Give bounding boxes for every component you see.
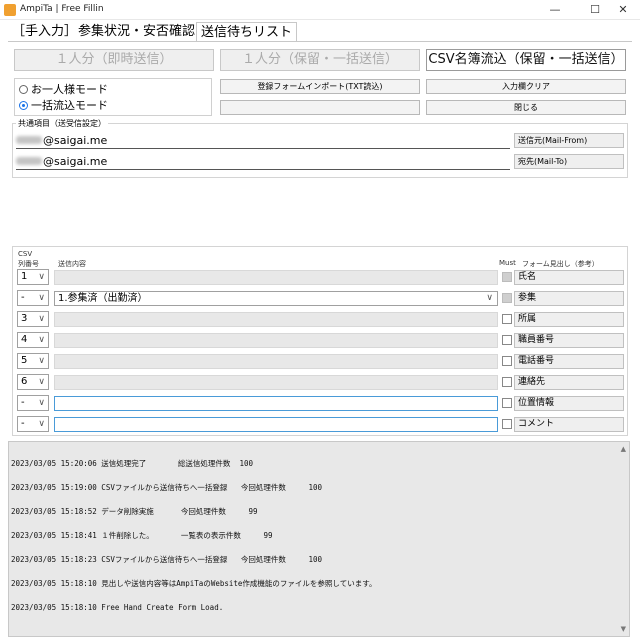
mail-to-field[interactable]: @saigai.me [16,154,510,170]
send-single-now-button[interactable]: １人分（即時送信） [14,49,214,71]
tab-divider [8,41,632,42]
content-field[interactable] [54,417,498,432]
column-number-select[interactable]: 6 ∨ [17,374,49,390]
mail-from-field[interactable]: @saigai.me [16,133,510,149]
title-bar: AmpiTa | Free Fillin — ☐ ✕ [0,0,640,20]
send-single-hold-button[interactable]: １人分（保留・一括送信） [220,49,420,71]
radio-single-label: お一人様モード [31,83,108,96]
tab-send-queue[interactable]: 送信待ちリスト [196,22,298,42]
content-field[interactable] [54,333,498,348]
content-field[interactable] [54,396,498,411]
log-line: 2023/03/05 15:19:00 CSVファイルから送信待ちへ一括登録 今… [11,483,323,492]
column-number-select[interactable]: - ∨ [17,290,49,306]
field-heading-button[interactable]: 参集 [514,291,624,306]
must-checkbox[interactable] [502,419,512,429]
field-heading-button[interactable]: 位置情報 [514,396,624,411]
tab-manual-input[interactable]: ［手入力］ [8,22,81,42]
log-lines: 2023/03/05 15:20:06 送信処理完了 総送信処理件数 100 2… [11,444,376,628]
mail-to-button[interactable]: 宛先(Mail-To) [514,154,624,169]
content-field[interactable] [54,270,498,285]
content-field[interactable] [54,312,498,327]
scroll-down-icon[interactable]: ▼ [621,625,626,633]
radio-batch-label: 一括流込モード [31,99,108,112]
field-heading-button[interactable]: 氏名 [514,270,624,285]
chevron-down-icon: ∨ [38,377,45,387]
window-title: AmpiTa | Free Fillin [20,4,104,14]
csv-import-button[interactable]: CSV名簿流込（保留・一括送信） [426,49,626,71]
must-checkbox[interactable] [502,335,512,345]
content-select[interactable]: 1.参集済（出勤済） ∨ [54,291,498,306]
must-checkbox[interactable] [502,356,512,366]
log-panel[interactable]: 2023/03/05 15:20:06 送信処理完了 総送信処理件数 100 2… [8,441,630,637]
must-checkbox[interactable] [502,398,512,408]
mail-to-value: @saigai.me [43,155,108,168]
column-number-select[interactable]: 5 ∨ [17,353,49,369]
blank-button[interactable] [220,100,420,115]
minimize-button[interactable]: — [538,0,572,20]
chevron-down-icon: ∨ [38,314,45,324]
field-heading-button[interactable]: 所属 [514,312,624,327]
must-header: Must [499,259,516,267]
chevron-down-icon: ∨ [38,419,45,429]
must-checkbox[interactable] [502,272,512,282]
chevron-down-icon: ∨ [38,272,45,282]
radio-batch-mode[interactable]: 一括流込モード [19,98,108,114]
log-line: 2023/03/05 15:18:10 見出しや送信内容等はAmpiTaのWeb… [11,579,377,588]
chevron-down-icon: ∨ [38,335,45,345]
field-heading-button[interactable]: 電話番号 [514,354,624,369]
content-header: 送信内容 [58,260,86,268]
scroll-up-icon[interactable]: ▲ [621,445,626,453]
must-checkbox[interactable] [502,314,512,324]
column-number-select[interactable]: 4 ∨ [17,332,49,348]
column-number-header: 列番号 [18,260,39,268]
must-checkbox[interactable] [502,293,512,303]
radio-single-mode[interactable]: お一人様モード [19,82,108,98]
column-number-select[interactable]: 1 ∨ [17,269,49,285]
content-field[interactable] [54,375,498,390]
common-settings-label: 共通項目（送受信設定） [16,118,108,129]
column-number-select[interactable]: 3 ∨ [17,311,49,327]
mail-from-value: @saigai.me [43,134,108,147]
tab-attendance-status[interactable]: 参集状況・安否確認 [74,22,199,42]
chevron-down-icon: ∨ [38,398,45,408]
column-number-select[interactable]: - ∨ [17,416,49,432]
clear-inputs-button[interactable]: 入力欄クリア [426,79,626,94]
chevron-down-icon: ∨ [486,293,493,303]
chevron-down-icon: ∨ [38,356,45,366]
redacted-user [16,157,42,165]
mail-from-button[interactable]: 送信元(Mail-From) [514,133,624,148]
log-line: 2023/03/05 15:18:41 １件削除した。 一覧表の表示件数 99 [11,531,273,540]
must-checkbox[interactable] [502,377,512,387]
close-window-button[interactable]: ✕ [606,0,640,20]
log-line: 2023/03/05 15:18:10 Free Hand Create For… [11,603,224,612]
log-line: 2023/03/05 15:18:52 データ削除実施 今回処理件数 99 [11,507,258,516]
form-heading-header: フォーム見出し（参考） [522,260,599,268]
field-heading-button[interactable]: 職員番号 [514,333,624,348]
redacted-user [16,136,42,144]
field-heading-button[interactable]: コメント [514,417,624,432]
csv-header: CSV [18,250,33,258]
radio-on-icon [19,101,28,110]
log-line: 2023/03/05 15:18:23 CSVファイルから送信待ちへ一括登録 今… [11,555,323,564]
chevron-down-icon: ∨ [38,293,45,303]
radio-off-icon [19,85,28,94]
log-line: 2023/03/05 15:20:06 送信処理完了 総送信処理件数 100 [11,459,253,468]
content-field[interactable] [54,354,498,369]
form-import-button[interactable]: 登録フォームインポート(TXT読込) [220,79,420,94]
field-heading-button[interactable]: 連絡先 [514,375,624,390]
app-icon [4,4,16,16]
mode-selector: お一人様モード 一括流込モード [14,78,212,116]
column-number-select[interactable]: - ∨ [17,395,49,411]
close-button[interactable]: 閉じる [426,100,626,115]
